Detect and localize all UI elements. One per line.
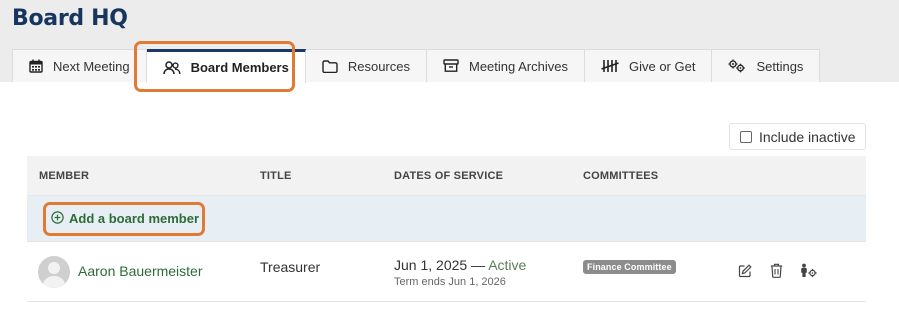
committee-badge[interactable]: Finance Committee	[583, 260, 676, 274]
table-header: MEMBER TITLE DATES OF SERVICE COMMITTEES	[27, 156, 866, 196]
tab-bar: Next Meeting Board Members Resources Mee…	[12, 49, 821, 83]
add-member-row: Add a board member	[27, 196, 866, 242]
tab-resources[interactable]: Resources	[305, 49, 427, 82]
person-settings-icon[interactable]	[800, 263, 818, 278]
tab-meeting-archives[interactable]: Meeting Archives	[426, 49, 585, 82]
tab-label: Give or Get	[628, 58, 696, 74]
calendar-icon	[29, 59, 43, 73]
include-inactive-checkbox[interactable]	[740, 130, 752, 143]
avatar	[38, 256, 70, 288]
column-header-committees[interactable]: COMMITTEES	[583, 170, 658, 182]
term-end: Term ends Jun 1, 2026	[394, 276, 506, 288]
folder-icon	[322, 59, 338, 73]
plus-circle-icon	[51, 210, 64, 227]
gears-icon	[728, 59, 746, 73]
archive-box-icon	[443, 59, 459, 73]
include-inactive-label: Include inactive	[759, 128, 856, 145]
members-table: MEMBER TITLE DATES OF SERVICE COMMITTEES…	[27, 156, 866, 302]
tab-label: Resources	[347, 58, 410, 74]
tally-icon	[601, 59, 619, 73]
table-row: Aaron Bauermeister Treasurer Jun 1, 2025…	[27, 242, 866, 302]
add-board-member-label: Add a board member	[69, 211, 200, 226]
member-name-link[interactable]: Aaron Bauermeister	[78, 263, 203, 279]
app-title: Board HQ	[12, 6, 128, 31]
column-header-dates[interactable]: DATES OF SERVICE	[394, 170, 503, 182]
service-start-date: Jun 1, 2025	[394, 257, 468, 273]
add-board-member-button[interactable]: Add a board member	[51, 210, 200, 227]
trash-icon[interactable]	[770, 263, 783, 278]
status-badge: Active	[488, 257, 527, 273]
dates-of-service: Jun 1, 2025 — Active Term ends Jun 1, 20…	[394, 257, 526, 288]
member-title: Treasurer	[260, 259, 321, 275]
column-header-member[interactable]: MEMBER	[39, 170, 89, 182]
date-separator: —	[471, 257, 486, 273]
tab-board-members[interactable]: Board Members	[146, 49, 306, 83]
tab-label: Next Meeting	[53, 58, 130, 74]
column-header-title[interactable]: TITLE	[260, 170, 292, 182]
tab-label: Meeting Archives	[468, 58, 568, 74]
tab-label: Board Members	[190, 60, 289, 75]
tab-label: Settings	[756, 58, 804, 74]
people-icon	[162, 60, 181, 75]
tab-give-or-get[interactable]: Give or Get	[584, 49, 713, 82]
tab-next-meeting[interactable]: Next Meeting	[12, 49, 147, 82]
tab-settings[interactable]: Settings	[712, 49, 821, 82]
edit-icon[interactable]	[738, 264, 752, 278]
include-inactive-toggle[interactable]: Include inactive	[729, 123, 866, 150]
